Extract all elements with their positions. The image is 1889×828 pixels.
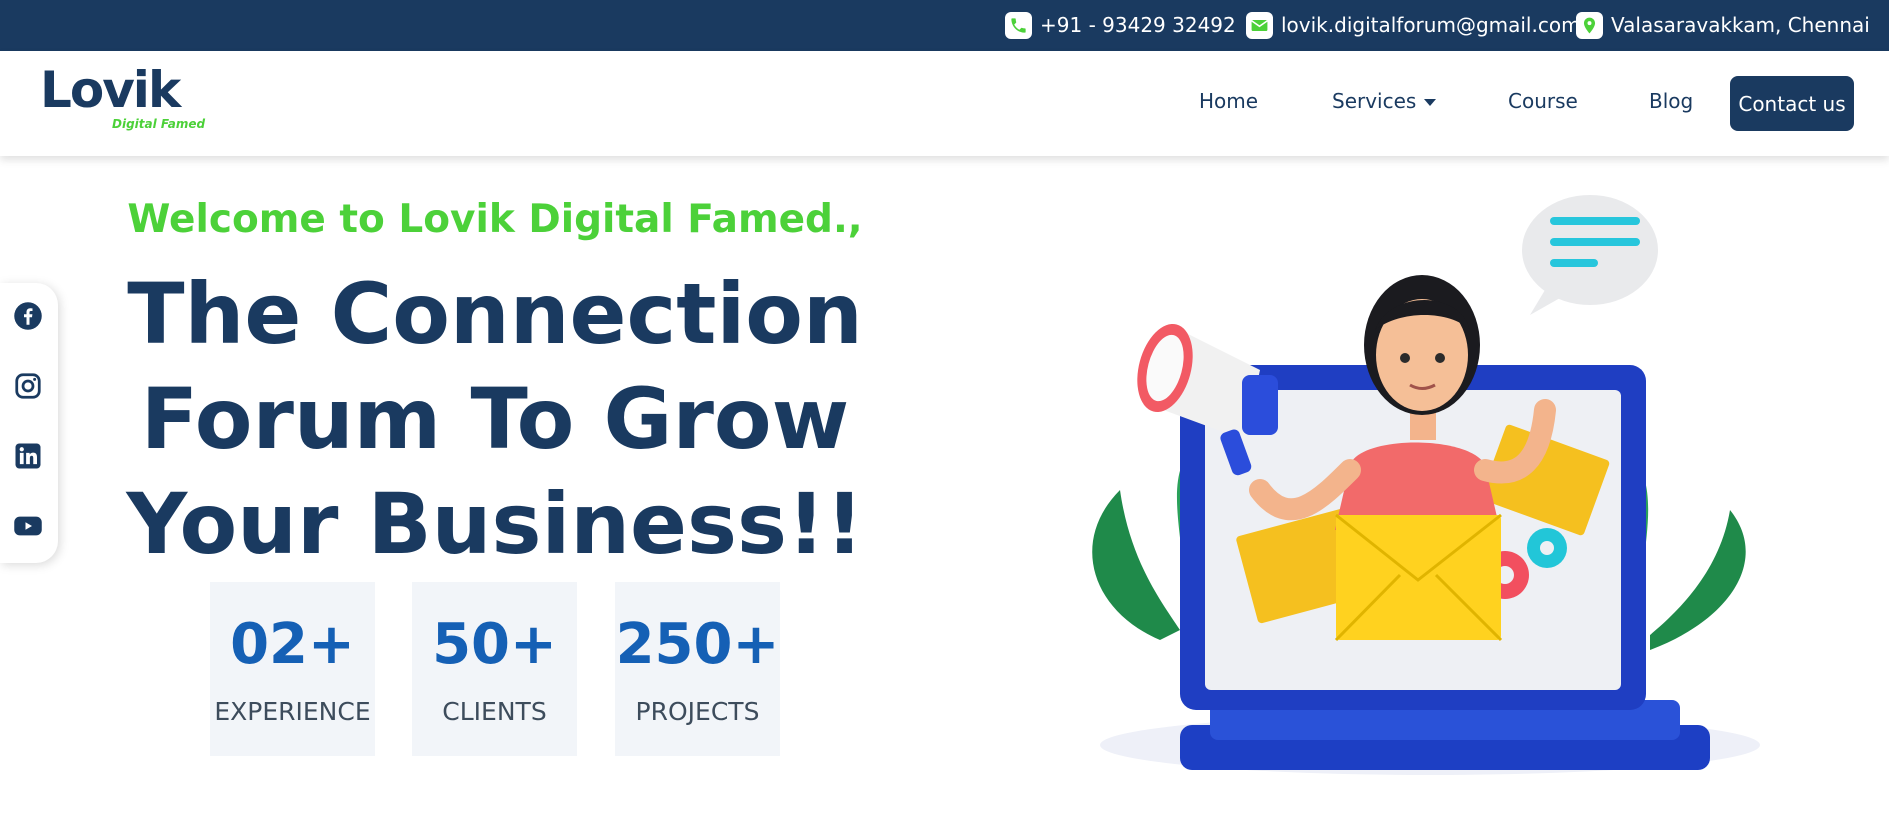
welcome-tagline: Welcome to Lovik Digital Famed., (127, 197, 863, 242)
nav-course[interactable]: Course (1508, 89, 1578, 113)
email-icon (1246, 11, 1273, 39)
headline-line-1: The Connection (127, 265, 863, 363)
location-pin-icon (1576, 11, 1603, 39)
headline-line-3: Your Business!! (126, 475, 864, 573)
stat-card-projects: 250+ PROJECTS (615, 582, 780, 756)
stat-card-experience: 02+ EXPERIENCE (210, 582, 375, 756)
stat-card-clients: 50+ CLIENTS (412, 582, 577, 756)
top-contact-bar: +91 - 93429 32492 lovik.digitalforum@gma… (0, 0, 1889, 51)
nav-blog[interactable]: Blog (1649, 89, 1693, 113)
stat-label: CLIENTS (442, 697, 547, 726)
hero-illustration (1092, 195, 1760, 775)
brand-logo[interactable]: Lovik Digital Famed (40, 65, 210, 145)
nav-services-label: Services (1332, 89, 1417, 113)
email-text: lovik.digitalforum@gmail.com (1281, 13, 1581, 37)
nav-services[interactable]: Services (1332, 89, 1437, 113)
phone-icon (1005, 11, 1032, 39)
stat-value: 02+ (230, 612, 355, 677)
location-contact[interactable]: Valasaravakkam, Chennai (1576, 10, 1870, 40)
location-text: Valasaravakkam, Chennai (1611, 13, 1870, 37)
caret-down-icon (1424, 99, 1437, 106)
stat-label: PROJECTS (635, 697, 760, 726)
email-contact[interactable]: lovik.digitalforum@gmail.com (1246, 10, 1581, 40)
contact-us-button[interactable]: Contact us (1730, 76, 1854, 131)
stat-value: 50+ (432, 612, 557, 677)
stat-label: EXPERIENCE (214, 697, 371, 726)
nav-home[interactable]: Home (1199, 89, 1258, 113)
hero-headline: The Connection Forum To Grow Your Busine… (0, 262, 990, 577)
phone-contact[interactable]: +91 - 93429 32492 (1005, 10, 1236, 40)
stat-value: 250+ (615, 612, 780, 677)
main-navbar: Lovik Digital Famed Home Services Course… (0, 51, 1889, 156)
phone-text: +91 - 93429 32492 (1040, 13, 1236, 37)
headline-line-2: Forum To Grow (140, 370, 850, 468)
logo-tagline: Digital Famed (112, 117, 206, 131)
logo-wordmark: Lovik (40, 61, 181, 119)
